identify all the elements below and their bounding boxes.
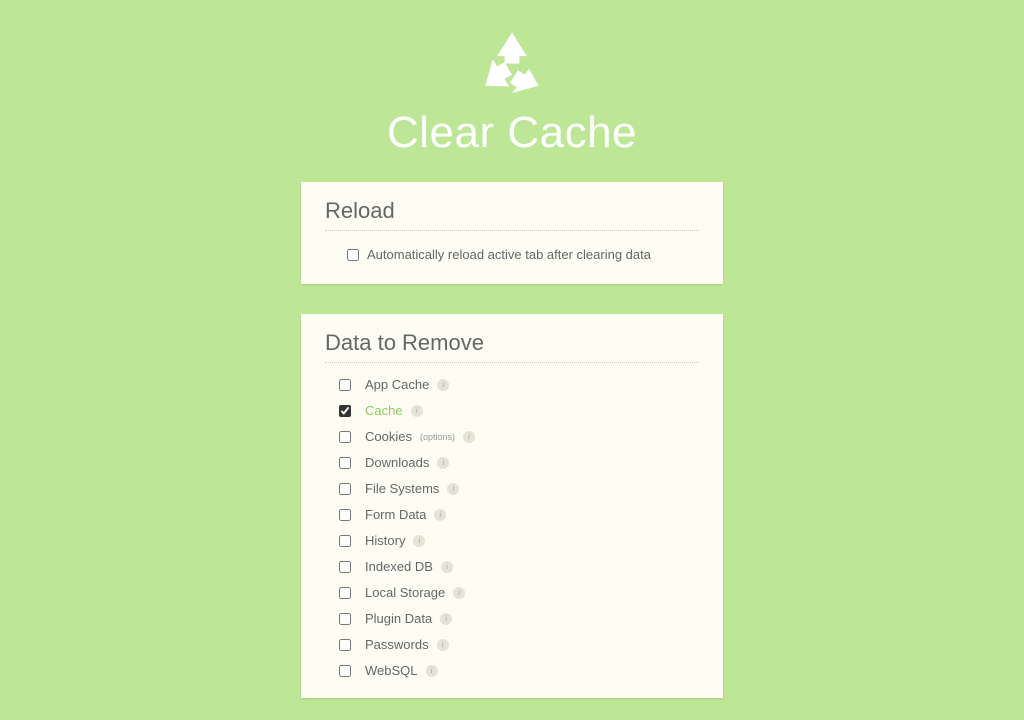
page-title: Clear Cache xyxy=(387,108,637,158)
data-option[interactable]: Passwords i xyxy=(339,637,699,652)
info-icon[interactable]: i xyxy=(413,535,425,547)
data-option-label: Local Storage xyxy=(365,585,445,600)
hero: Clear Cache xyxy=(387,28,637,182)
data-to-remove-heading: Data to Remove xyxy=(325,330,699,356)
data-option-checkbox[interactable] xyxy=(339,561,351,573)
data-option[interactable]: Form Data i xyxy=(339,507,699,522)
data-option-checkbox[interactable] xyxy=(339,665,351,677)
recycle-icon xyxy=(475,28,549,102)
divider xyxy=(325,230,699,231)
info-icon[interactable]: i xyxy=(440,613,452,625)
data-option[interactable]: WebSQL i xyxy=(339,663,699,678)
data-option-checkbox[interactable] xyxy=(339,379,351,391)
data-option[interactable]: Plugin Data i xyxy=(339,611,699,626)
data-option[interactable]: Cookies (options) i xyxy=(339,429,699,444)
data-option[interactable]: Local Storage i xyxy=(339,585,699,600)
data-option[interactable]: History i xyxy=(339,533,699,548)
data-option-checkbox[interactable] xyxy=(339,457,351,469)
data-option[interactable]: App Cache i xyxy=(339,377,699,392)
data-option-label: Passwords xyxy=(365,637,429,652)
data-option-label: Downloads xyxy=(365,455,429,470)
info-icon[interactable]: i xyxy=(463,431,475,443)
auto-reload-label: Automatically reload active tab after cl… xyxy=(367,247,651,262)
data-option-checkbox[interactable] xyxy=(339,535,351,547)
data-option-label: Indexed DB xyxy=(365,559,433,574)
data-option-checkbox[interactable] xyxy=(339,405,351,417)
info-icon[interactable]: i xyxy=(434,509,446,521)
info-icon[interactable]: i xyxy=(437,457,449,469)
info-icon[interactable]: i xyxy=(426,665,438,677)
data-to-remove-card: Data to Remove App CacheiCacheiCookies(o… xyxy=(301,314,723,698)
reload-card: Reload Automatically reload active tab a… xyxy=(301,182,723,284)
data-option-label: Cache xyxy=(365,403,403,418)
data-option-checkbox[interactable] xyxy=(339,483,351,495)
data-option[interactable]: Cachei xyxy=(339,403,699,418)
data-option-label: WebSQL xyxy=(365,663,418,678)
data-option-label: File Systems xyxy=(365,481,439,496)
data-option-checkbox[interactable] xyxy=(339,613,351,625)
info-icon[interactable]: i xyxy=(441,561,453,573)
info-icon[interactable]: i xyxy=(411,405,423,417)
data-option-checkbox[interactable] xyxy=(339,431,351,443)
data-option[interactable]: Indexed DB i xyxy=(339,559,699,574)
data-option-label: History xyxy=(365,533,405,548)
data-option-label: App Cache xyxy=(365,377,429,392)
info-icon[interactable]: i xyxy=(437,639,449,651)
data-option-checkbox[interactable] xyxy=(339,639,351,651)
info-icon[interactable]: i xyxy=(447,483,459,495)
data-option-checkbox[interactable] xyxy=(339,509,351,521)
options-link[interactable]: (options) xyxy=(420,432,455,442)
data-option-label: Form Data xyxy=(365,507,426,522)
data-option-label: Plugin Data xyxy=(365,611,432,626)
page: Clear Cache Reload Automatically reload … xyxy=(0,0,1024,720)
data-option[interactable]: File Systems i xyxy=(339,481,699,496)
divider xyxy=(325,362,699,363)
data-option-label: Cookies xyxy=(365,429,412,444)
reload-heading: Reload xyxy=(325,198,699,224)
data-option[interactable]: Downloads i xyxy=(339,455,699,470)
info-icon[interactable]: i xyxy=(437,379,449,391)
data-to-remove-list: App CacheiCacheiCookies(options)iDownloa… xyxy=(325,377,699,678)
data-option-checkbox[interactable] xyxy=(339,587,351,599)
info-icon[interactable]: i xyxy=(453,587,465,599)
auto-reload-checkbox[interactable] xyxy=(347,249,359,261)
auto-reload-option[interactable]: Automatically reload active tab after cl… xyxy=(325,245,699,264)
